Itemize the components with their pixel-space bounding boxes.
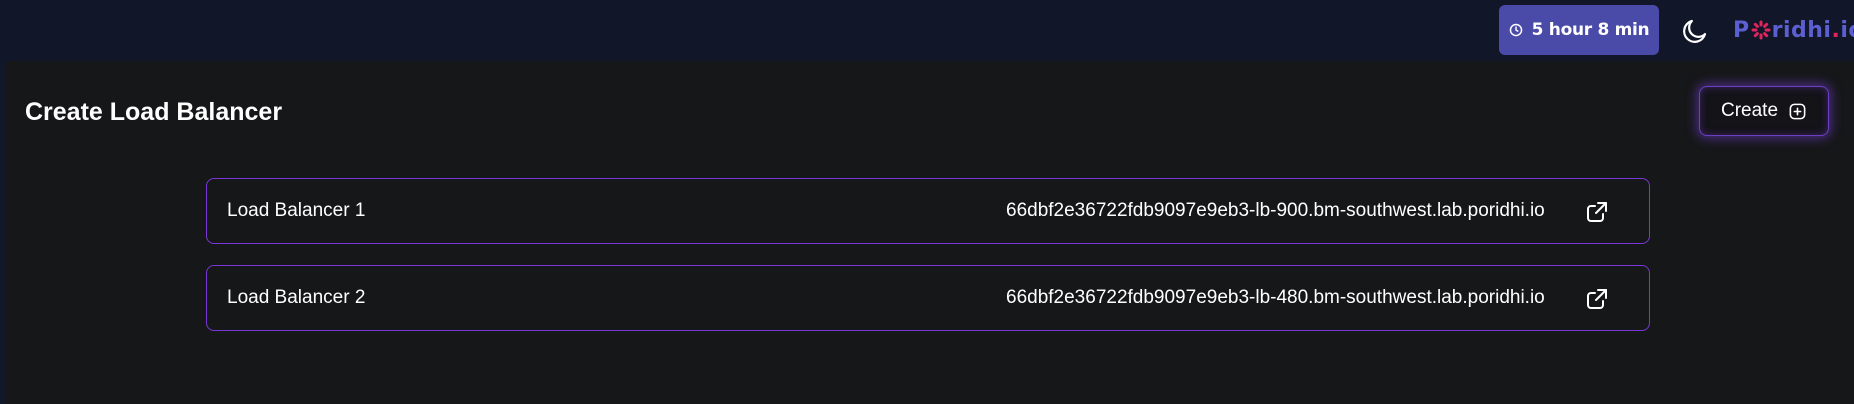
page-title: Create Load Balancer: [25, 98, 283, 126]
logo-dot: .: [1831, 17, 1841, 43]
timer-label: 5 hour 8 min: [1531, 20, 1650, 40]
session-timer[interactable]: 5 hour 8 min: [1499, 5, 1659, 55]
logo-tld: io: [1840, 17, 1854, 43]
load-balancer-url: 66dbf2e36722fdb9097e9eb3-lb-480.bm-south…: [1006, 287, 1545, 308]
load-balancer-name: Load Balancer 1: [227, 200, 366, 221]
external-link-icon[interactable]: [1585, 200, 1609, 224]
moon-icon[interactable]: [1680, 16, 1710, 46]
load-balancer-url: 66dbf2e36722fdb9097e9eb3-lb-900.bm-south…: [1006, 200, 1545, 221]
create-button[interactable]: Create: [1699, 86, 1829, 136]
external-link-icon[interactable]: [1585, 287, 1609, 311]
poridhi-logo[interactable]: P ridhi . io: [1733, 12, 1854, 48]
plus-circle-icon: [1789, 103, 1806, 119]
logo-text: ridhi: [1771, 17, 1832, 43]
top-bar: 5 hour 8 min P ridhi . io: [0, 0, 1854, 61]
logo-letter-p: P: [1733, 17, 1750, 43]
logo-o-icon: [1751, 20, 1771, 40]
load-balancer-name: Load Balancer 2: [227, 287, 366, 308]
load-balancer-row: Load Balancer 1 66dbf2e36722fdb9097e9eb3…: [206, 178, 1650, 244]
clock-icon: [1509, 23, 1522, 37]
create-button-label: Create: [1720, 100, 1779, 121]
load-balancer-row: Load Balancer 2 66dbf2e36722fdb9097e9eb3…: [206, 265, 1650, 331]
